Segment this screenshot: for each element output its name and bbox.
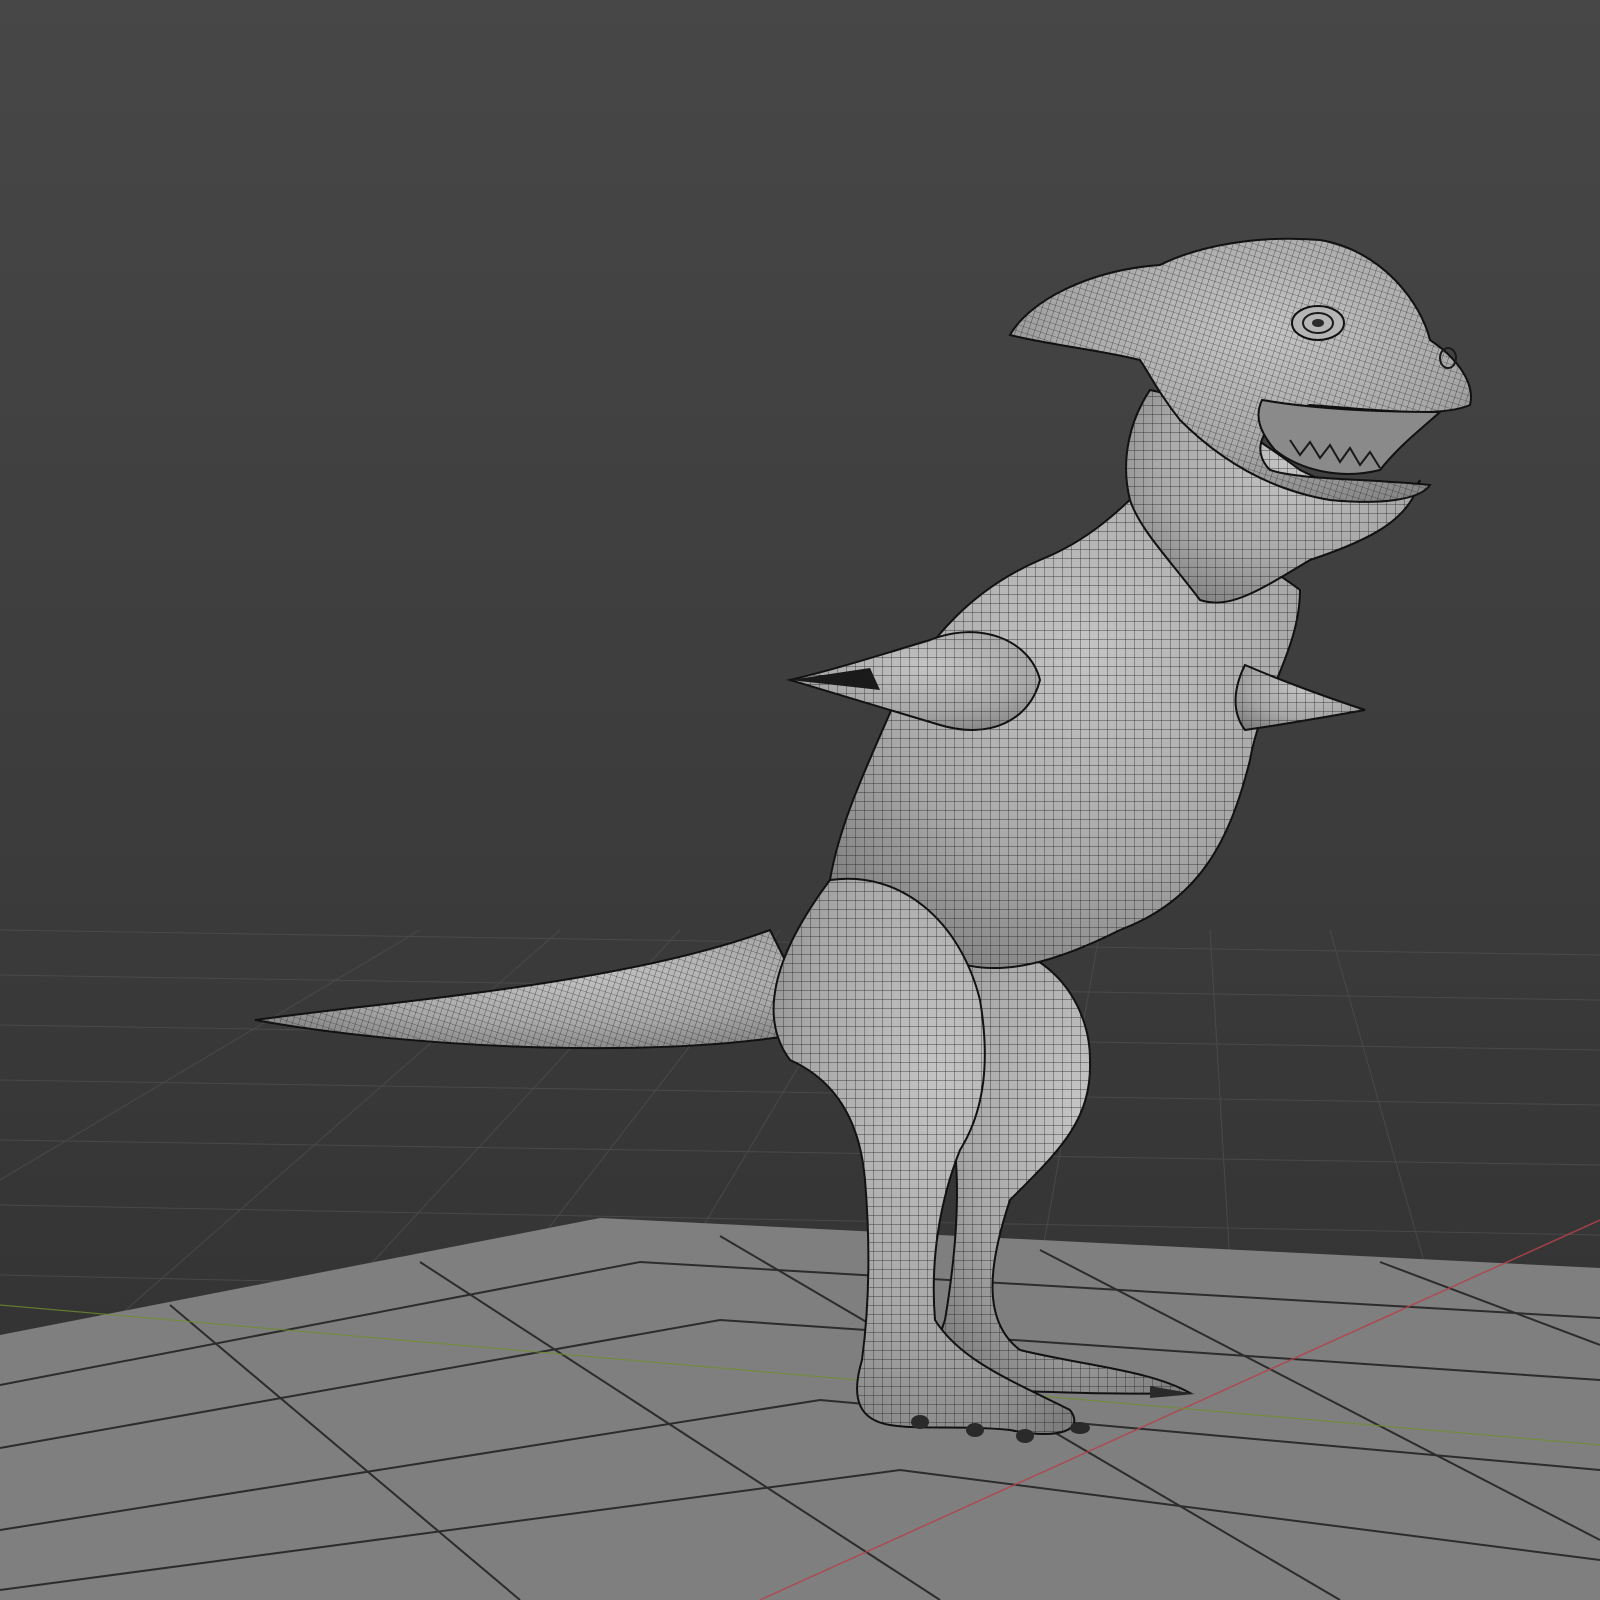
- 3d-viewport[interactable]: [0, 0, 1600, 1600]
